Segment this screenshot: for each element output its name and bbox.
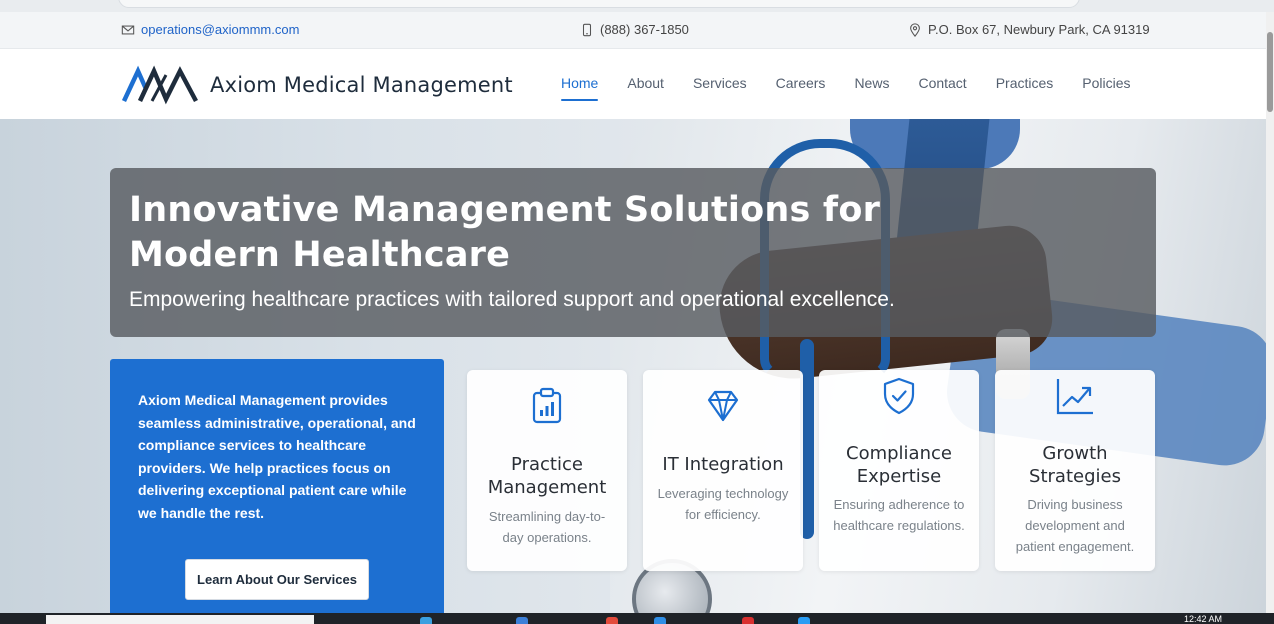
brand-name: Axiom Medical Management [210,73,513,97]
taskbar-clock: 12:42 AM [1183,614,1222,624]
card-description: Driving business development and patient… [1015,497,1135,554]
taskbar-app-icon[interactable] [516,617,528,624]
main-nav: Home About Services Careers News Contact… [561,75,1131,101]
axiom-logo-icon [122,65,198,105]
nav-contact[interactable]: Contact [918,75,966,101]
hero-title: Innovative Management Solutions for Mode… [129,190,881,275]
email-text: operations@axiommm.com [141,22,300,37]
taskbar-app-icon[interactable] [420,617,432,624]
nav-careers[interactable]: Careers [776,75,826,101]
taskbar-app-icon[interactable] [606,617,618,624]
contact-bar: operations@axiommm.com (888) 367-1850 P.… [0,12,1266,49]
card-title: IT Integration [662,454,784,475]
service-card-practice-management[interactable]: Practice Management Streamlining day-to-… [467,370,627,571]
intro-panel: Axiom Medical Management provides seamle… [110,359,444,613]
growth-chart-icon [1056,379,1093,415]
card-description: Ensuring adherence to healthcare regulat… [833,497,965,533]
email-link[interactable]: operations@axiommm.com [121,22,299,37]
mail-icon [121,25,135,34]
card-description: Streamlining day-to-day operations. [488,509,606,545]
nav-services[interactable]: Services [693,75,747,101]
address-bar[interactable] [118,0,1080,8]
diamond-icon [707,390,739,422]
phone-text: (888) 367-1850 [600,22,689,37]
hero-subtitle: Empowering healthcare practices with tai… [129,288,895,311]
service-card-growth[interactable]: Growth Strategies Driving business devel… [995,370,1155,571]
card-title: Practice Management [487,454,607,498]
nav-policies[interactable]: Policies [1082,75,1130,101]
hero-banner: Innovative Management Solutions for Mode… [110,168,1156,337]
intro-text: Axiom Medical Management provides seamle… [138,392,416,521]
scrollbar-thumb[interactable] [1267,32,1273,112]
shield-check-icon [883,377,915,415]
taskbar-search[interactable] [46,615,314,624]
brand-logo[interactable]: Axiom Medical Management [122,65,513,105]
taskbar-app-icon[interactable] [742,617,754,624]
learn-services-button[interactable]: Learn About Our Services [185,559,369,600]
service-card-it-integration[interactable]: IT Integration Leveraging technology for… [643,370,803,571]
address-text: P.O. Box 67, Newbury Park, CA 91319 [928,22,1150,37]
phone-link[interactable]: (888) 367-1850 [580,22,689,37]
clipboard-chart-icon [532,387,562,424]
browser-toolbar [0,0,1274,12]
card-title: Compliance Expertise [846,443,952,487]
phone-icon [582,23,592,36]
location-pin-icon [910,22,920,37]
service-card-compliance[interactable]: Compliance Expertise Ensuring adherence … [819,370,979,571]
hero-section: Innovative Management Solutions for Mode… [0,119,1266,613]
nav-about[interactable]: About [627,75,664,101]
card-title: Growth Strategies [1029,443,1121,487]
page-scrollbar[interactable] [1266,12,1274,613]
nav-practices[interactable]: Practices [996,75,1054,101]
taskbar-app-icon[interactable] [654,617,666,624]
site-header: Axiom Medical Management Home About Serv… [0,49,1266,119]
taskbar-app-icon[interactable] [798,617,810,624]
nav-home[interactable]: Home [561,75,599,101]
card-description: Leveraging technology for efficiency. [657,486,789,522]
address-info: P.O. Box 67, Newbury Park, CA 91319 [908,22,1150,37]
os-taskbar: 12:42 AM [0,613,1274,624]
nav-news[interactable]: News [854,75,889,101]
